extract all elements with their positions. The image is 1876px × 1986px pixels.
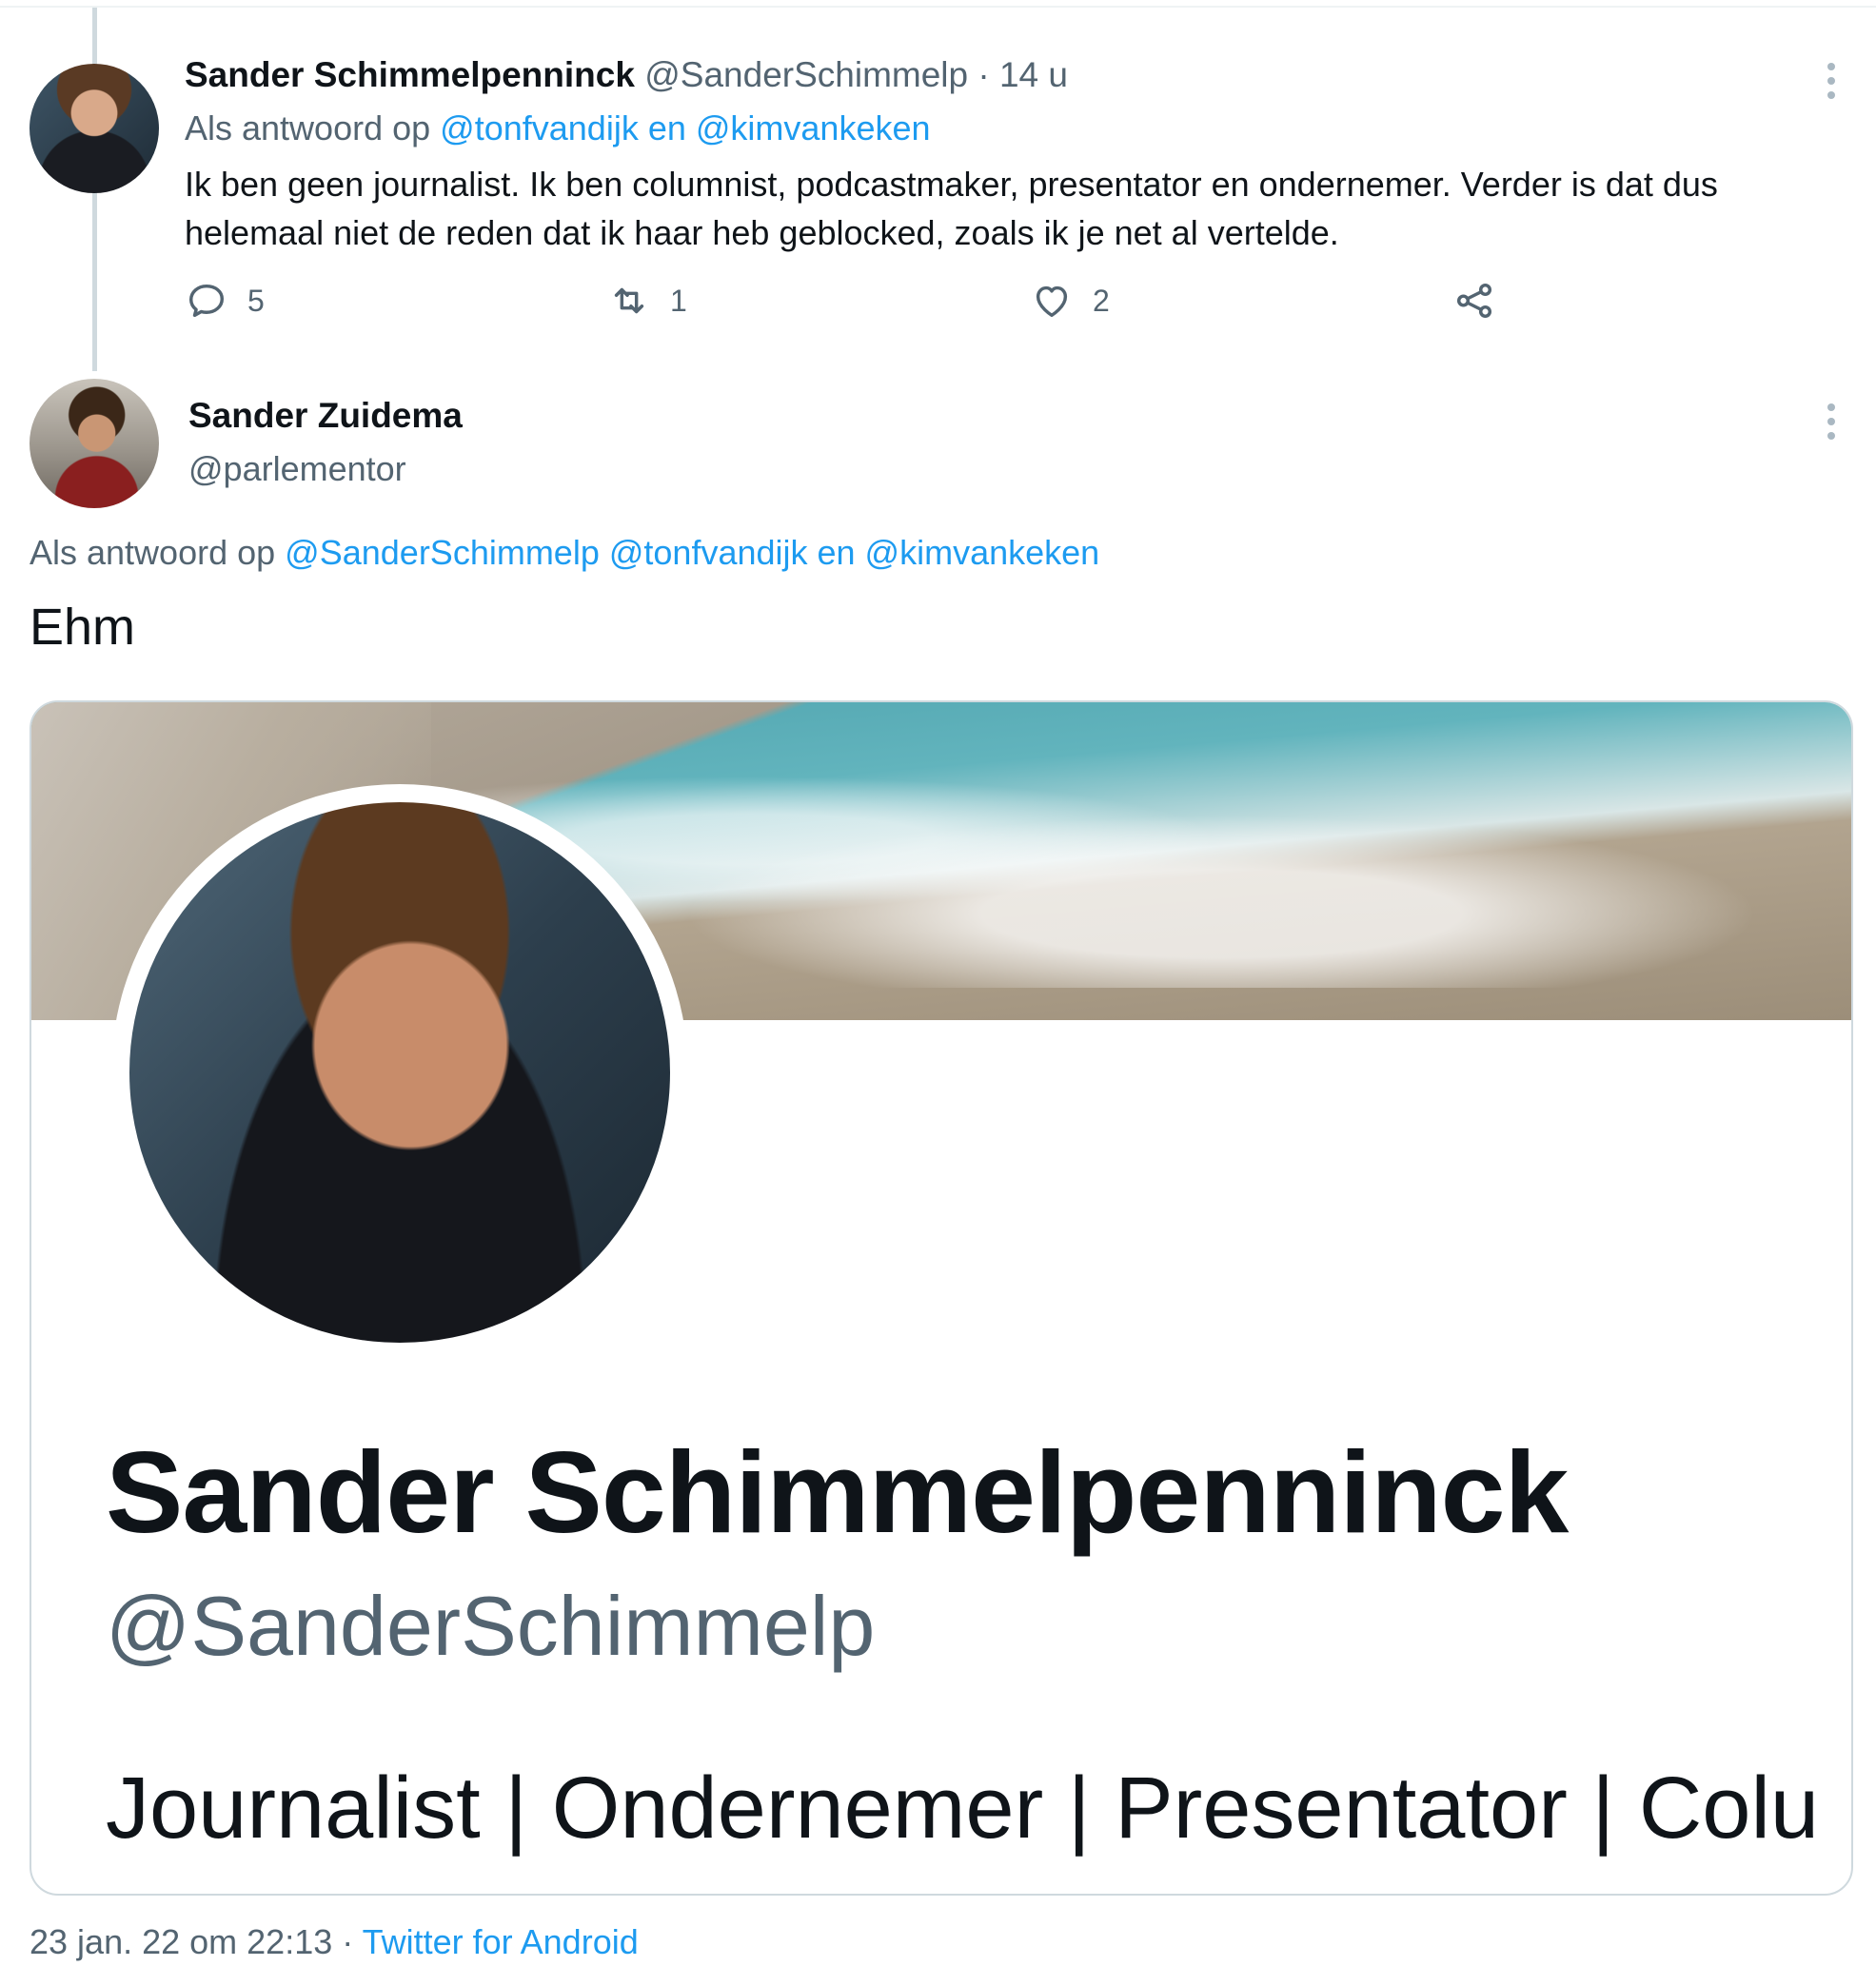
tweet1-text: Ik ben geen journalist. Ik ben columnist… (185, 165, 1718, 252)
card-profile-handle: @SanderSchimmelp (106, 1579, 876, 1673)
tweet1-like-button[interactable]: 2 (1030, 276, 1110, 325)
tweet1-more-button[interactable] (1827, 63, 1836, 101)
tweet1-reply-prefix: Als antwoord op (185, 108, 431, 147)
tweet1-time[interactable]: · 14 u (977, 55, 1068, 94)
tweet2-author-name[interactable]: Sander Zuidema (188, 396, 463, 436)
tweet1-reply-button[interactable]: 5 (185, 276, 265, 325)
tweet1-author-name[interactable]: Sander Schimmelpenninck (185, 55, 635, 94)
top-divider (0, 6, 1876, 8)
avatar-sander-schimmelpenninck[interactable] (30, 64, 159, 193)
more-vertical-icon (1827, 403, 1836, 440)
tweet2-reply-context: Als antwoord op @SanderSchimmelp @tonfva… (30, 533, 1099, 573)
meta-separator: · (342, 1922, 354, 1961)
tweet1-like-count: 2 (1093, 283, 1110, 318)
tweet1-reply-targets[interactable]: @tonfvandijk en @kimvankeken (440, 108, 930, 147)
tweet2-image-attachment[interactable]: Sander Schimmelpenninck @SanderSchimmelp… (30, 700, 1853, 1896)
tweet1-header: Sander Schimmelpenninck @SanderSchimmelp… (185, 55, 1068, 95)
tweet2-author-handle[interactable]: @parlementor (188, 449, 406, 489)
tweet1-retweet-button[interactable]: 1 (607, 276, 687, 325)
tweet2-more-button[interactable] (1827, 403, 1836, 442)
tweet1-reply-count: 5 (247, 283, 265, 318)
tweet2-date[interactable]: 23 jan. 22 om 22:13 (30, 1922, 332, 1961)
avatar-sander-zuidema[interactable] (30, 379, 159, 508)
reply-icon (188, 284, 225, 318)
heart-icon (1036, 285, 1068, 318)
tweet1-author-handle[interactable]: @SanderSchimmelp (644, 55, 968, 94)
share-icon (1456, 283, 1492, 319)
retweet-icon (614, 287, 644, 314)
more-vertical-icon (1827, 63, 1836, 99)
card-profile-name: Sander Schimmelpenninck (106, 1427, 1569, 1557)
tweet1-retweet-count: 1 (670, 283, 687, 318)
tweet2-meta: 23 jan. 22 om 22:13 · Twitter for Androi… (30, 1922, 639, 1962)
tweet2-reply-prefix: Als antwoord op (30, 533, 276, 572)
tweet2-text: Ehm (30, 599, 136, 656)
tweet1-reply-context: Als antwoord op @tonfvandijk en @kimvank… (185, 108, 931, 148)
card-profile-bio: Journalist | Ondernemer | Presentator | … (106, 1760, 1820, 1857)
profile-avatar-large (129, 802, 670, 1343)
tweet2-source[interactable]: Twitter for Android (363, 1922, 639, 1961)
tweet1-share-button[interactable] (1452, 276, 1496, 325)
tweet2-reply-targets[interactable]: @SanderSchimmelp @tonfvandijk en @kimvan… (285, 533, 1099, 572)
